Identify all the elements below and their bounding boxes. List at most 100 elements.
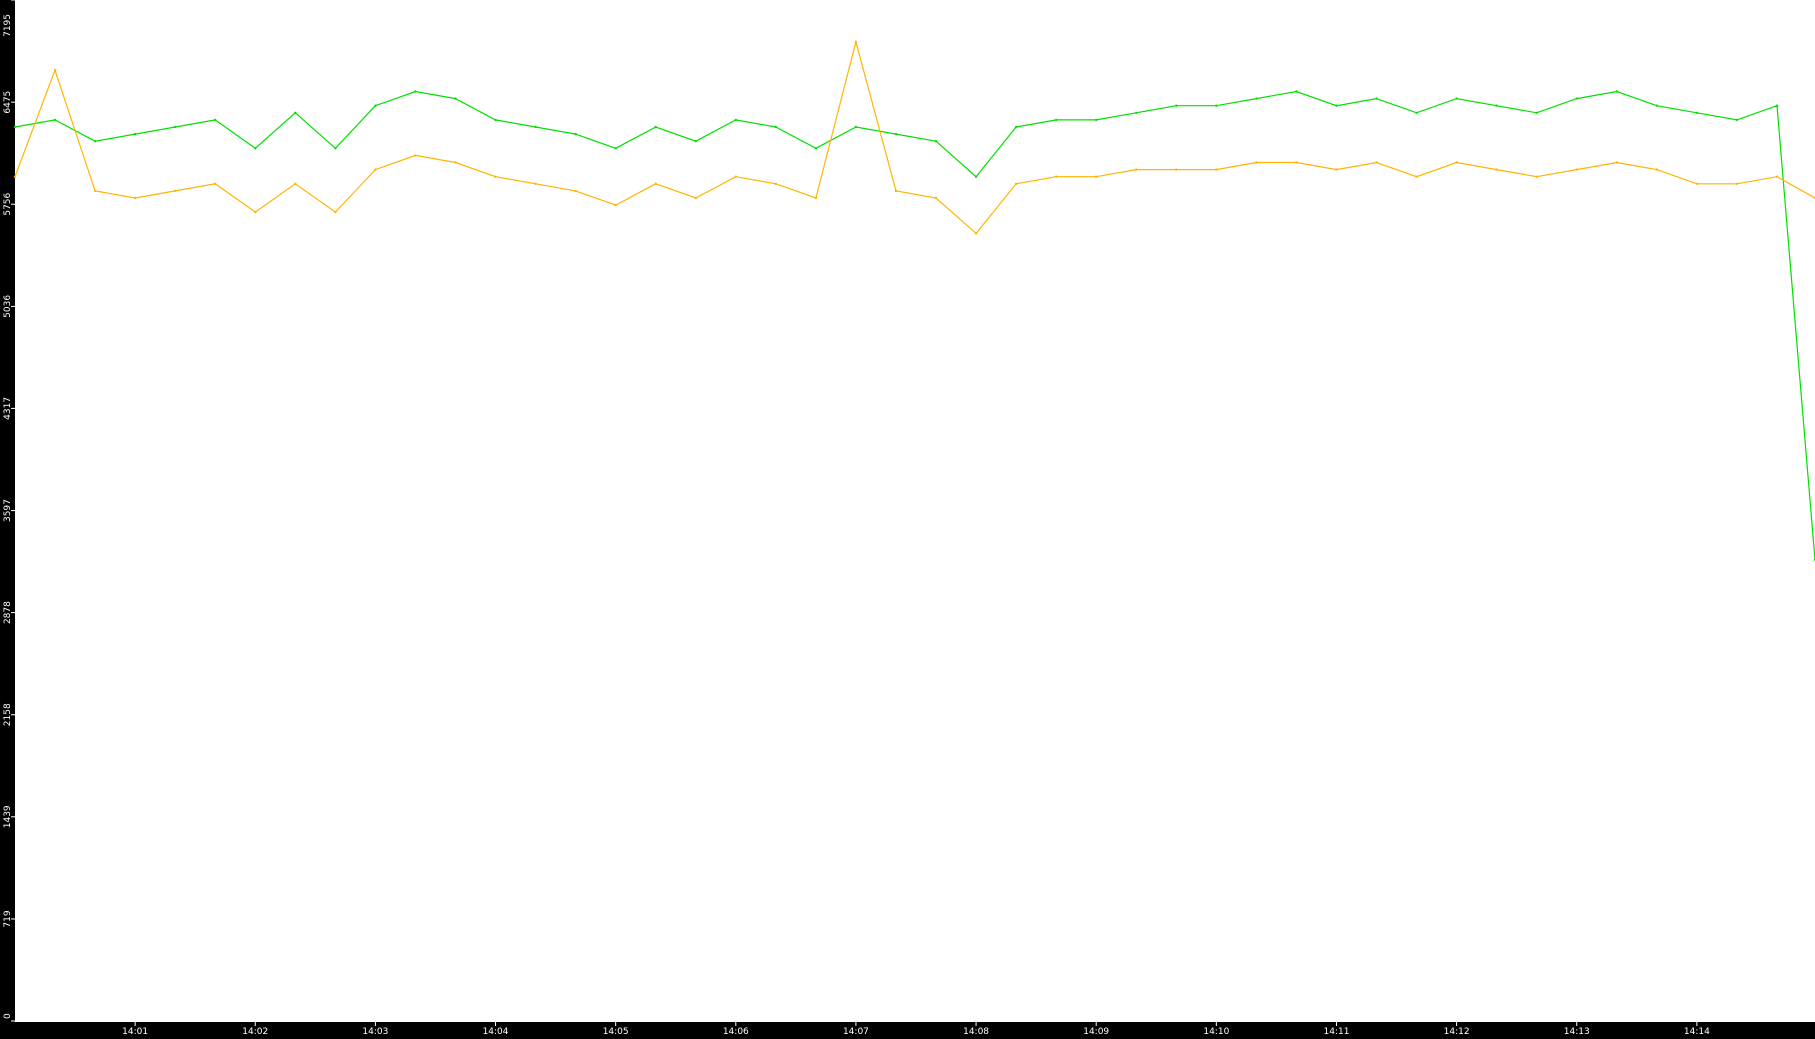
series-2-point <box>13 175 17 178</box>
series-1-point <box>1135 111 1138 115</box>
series-2-point <box>214 182 217 185</box>
series-2-point <box>614 203 617 207</box>
series-2-point <box>1215 168 1218 171</box>
series-2-point <box>294 182 297 185</box>
series-1-point <box>494 118 497 122</box>
x-tick-label: 14:10 <box>1203 1027 1229 1037</box>
y-tick-label: 3597 <box>3 499 13 522</box>
series-2-point <box>1495 168 1498 171</box>
series-2-point <box>254 210 257 214</box>
series-1-point <box>1255 97 1258 100</box>
x-tick-label: 14:11 <box>1323 1027 1349 1037</box>
series-2-point <box>454 161 457 164</box>
series-1-point <box>1535 111 1538 115</box>
series-2-point <box>1055 175 1058 178</box>
x-tick-label: 14:04 <box>483 1027 509 1037</box>
y-tick-label: 7195 <box>3 14 13 37</box>
series-2-point <box>854 40 858 44</box>
series-1-point <box>133 132 137 136</box>
x-tick-label: 14:01 <box>122 1027 148 1037</box>
series-1-point <box>214 118 217 122</box>
series-1-point <box>53 118 57 122</box>
series-1-point <box>174 125 177 129</box>
y-tick-label: 5756 <box>3 192 13 215</box>
series-1-point <box>654 125 657 129</box>
x-tick-label: 14:07 <box>843 1027 869 1037</box>
series-2-point <box>574 189 577 193</box>
x-tick-label: 14:03 <box>362 1027 388 1037</box>
series-2-point <box>1295 161 1298 164</box>
series-1-point <box>414 90 417 93</box>
x-tick-label: 14:08 <box>963 1027 989 1037</box>
series-1-point <box>334 147 337 150</box>
series-1-point <box>1655 104 1659 107</box>
series-2-point <box>1375 161 1378 164</box>
series-1-point <box>1055 118 1058 122</box>
x-tick-label: 14:02 <box>242 1027 268 1037</box>
series-1-point <box>1175 104 1178 107</box>
series-1-point <box>13 125 17 129</box>
series-1-point <box>1335 104 1338 107</box>
x-tick-label: 14:14 <box>1684 1027 1710 1037</box>
series-1-point <box>1014 125 1018 129</box>
series-1-point <box>1215 104 1218 107</box>
series-1-point <box>1615 90 1619 93</box>
series-2-point <box>1335 168 1338 171</box>
series-2-point <box>1615 161 1619 164</box>
x-tick-label: 14:12 <box>1444 1027 1470 1037</box>
series-2-point <box>974 232 978 235</box>
series-1-point <box>1415 111 1418 115</box>
series-1-point <box>1735 118 1739 122</box>
series-2-point <box>894 189 898 193</box>
y-tick-label: 5036 <box>3 295 13 318</box>
series-2-point <box>53 69 57 72</box>
series-1-point <box>574 132 577 136</box>
series-2-point <box>174 189 177 193</box>
series-1-point <box>894 132 898 136</box>
series-1-point <box>774 125 777 129</box>
series-2-point <box>1415 175 1418 178</box>
series-1-point <box>294 111 297 115</box>
series-1-point <box>934 140 938 143</box>
series-2-point <box>414 154 417 157</box>
series-2-point <box>1255 161 1258 164</box>
x-tick-label: 14:05 <box>603 1027 629 1037</box>
series-2-point <box>734 175 737 178</box>
series-2-point <box>1775 175 1779 178</box>
series-1-point <box>854 125 858 129</box>
y-tick-label: 0 <box>3 1013 13 1019</box>
series-1-point <box>694 140 697 143</box>
series-2-point <box>654 182 657 185</box>
series-2-point <box>93 189 97 193</box>
series-1-point <box>734 118 737 122</box>
series-2-point <box>1175 168 1178 171</box>
y-tick-label: 719 <box>3 910 13 927</box>
series-2-point <box>374 168 377 171</box>
series-2-point <box>1014 182 1018 185</box>
series-1-point <box>1295 90 1298 93</box>
y-tick-label: 2878 <box>3 601 13 624</box>
series-2-point <box>814 196 818 200</box>
series-2-point <box>1655 168 1659 171</box>
y-tick-label: 4317 <box>3 397 13 420</box>
line-chart: 0 719 1439 2158 2878 3597 4317 5036 5756 6475 7195… <box>0 0 1815 1039</box>
series-2-point <box>1095 175 1098 178</box>
x-tick-label: 14:06 <box>723 1027 749 1037</box>
series-2-point <box>1575 168 1578 171</box>
series-2-point <box>133 196 137 200</box>
series-2-point <box>934 196 938 200</box>
series-2-point <box>1695 182 1699 185</box>
series-1-point <box>1495 104 1498 107</box>
x-tick-label: 14:13 <box>1564 1027 1590 1037</box>
series-1-point <box>1375 97 1378 100</box>
series-2-point <box>334 210 337 214</box>
series-1-point <box>454 97 457 100</box>
series-2-point <box>494 175 497 178</box>
series-2-point <box>534 182 537 185</box>
series-1-point <box>1695 111 1699 115</box>
series-1-point <box>93 140 97 143</box>
series-1-point <box>1095 118 1098 122</box>
y-tick-label: 2158 <box>3 703 13 726</box>
series-1-point <box>814 147 818 150</box>
series-2-point <box>1135 168 1138 171</box>
